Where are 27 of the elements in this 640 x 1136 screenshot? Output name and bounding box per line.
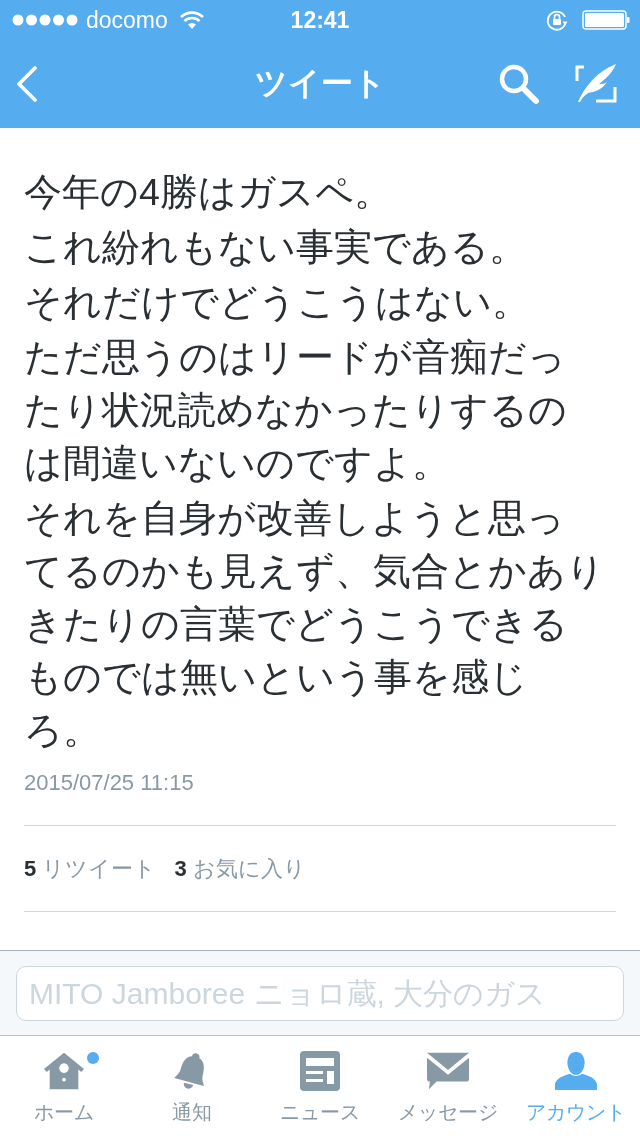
person-icon <box>555 1051 597 1091</box>
tweet-paragraph: これ紛れもない事実である。 <box>24 225 528 270</box>
wifi-icon <box>179 11 204 29</box>
rotation-lock-icon <box>546 9 568 31</box>
tab-bar-item[interactable]: メッセージ <box>384 1036 512 1136</box>
search-icon <box>498 63 540 105</box>
tweet-paragraph: ただ思うのはリードが音痴だっ たり状況読めなかったりするの は間違いないのですよ。 <box>24 335 568 486</box>
signal-icon <box>12 14 78 26</box>
tweet-paragraph: それを自身が改善しようと思っ てるのかも見えず、気合とかあり きたりの言葉でどうこうできる ものでは無いという事を感じ ろ。 <box>24 496 606 753</box>
status-time: 12:41 <box>290 6 350 34</box>
newspaper-icon <box>299 1051 341 1091</box>
carrier-name: docomo <box>86 6 168 34</box>
envelope-icon <box>427 1051 469 1091</box>
tab-bar-item[interactable]: ホーム <box>0 1036 128 1136</box>
birdhouse-home-icon <box>43 1051 85 1091</box>
tweet-paragraph: 今年の4勝はガスペ。 <box>24 170 393 215</box>
tab-bar-item[interactable]: 通知 <box>128 1036 256 1136</box>
tweet-timestamp: 2015/07/25 11:15 <box>24 769 195 797</box>
tweet-paragraph: それだけでどうこうはない。 <box>24 280 531 325</box>
tweet-stat-link[interactable]: 5 リツイート <box>24 853 157 884</box>
tweet-stat-link[interactable]: 3 お気に入り <box>174 853 306 884</box>
screen-title: ツイート <box>254 64 386 103</box>
quill-compose-icon <box>574 64 618 104</box>
tab-bar-item[interactable]: アカウント <box>512 1036 640 1136</box>
battery-icon <box>582 10 630 30</box>
tab-bar-item[interactable]: ニュース <box>256 1036 384 1136</box>
back-chevron-icon <box>16 66 38 102</box>
